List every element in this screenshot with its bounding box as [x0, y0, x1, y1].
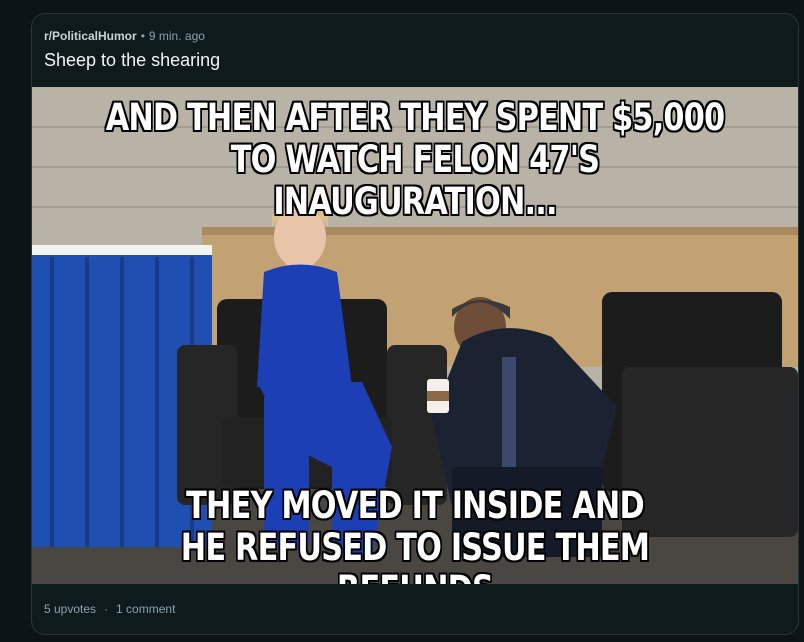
upvote-count[interactable]: 5 upvotes	[44, 602, 96, 616]
post-meta: r/PoliticalHumor • 9 min. ago	[44, 29, 205, 43]
post-image[interactable]: AND THEN AFTER THEY SPENT $5,000 TO WATC…	[32, 87, 798, 584]
comment-count[interactable]: 1 comment	[116, 602, 175, 616]
meta-separator: •	[140, 29, 145, 43]
footer-separator: ·	[104, 602, 109, 616]
meme-bottom-line-2: HE REFUSED TO ISSUE THEM REFUNDS	[180, 526, 650, 585]
meme-top-line-2: TO WATCH FELON 47'S INAUGURATION...	[230, 138, 600, 223]
post-card[interactable]: r/PoliticalHumor • 9 min. ago Sheep to t…	[31, 13, 799, 635]
post-footer: 5 upvotes · 1 comment	[44, 602, 175, 616]
subreddit-link[interactable]: r/PoliticalHumor	[44, 29, 137, 43]
meme-top-line-1: AND THEN AFTER THEY SPENT $5,000	[105, 96, 725, 139]
post-time: 9 min. ago	[148, 29, 205, 43]
meme-top-caption: AND THEN AFTER THEY SPENT $5,000 TO WATC…	[101, 97, 729, 223]
meme-bottom-line-1: THEY MOVED IT INSIDE AND	[186, 484, 645, 527]
meme-bottom-caption: THEY MOVED IT INSIDE AND HE REFUSED TO I…	[101, 484, 729, 585]
post-title[interactable]: Sheep to the shearing	[44, 50, 220, 71]
